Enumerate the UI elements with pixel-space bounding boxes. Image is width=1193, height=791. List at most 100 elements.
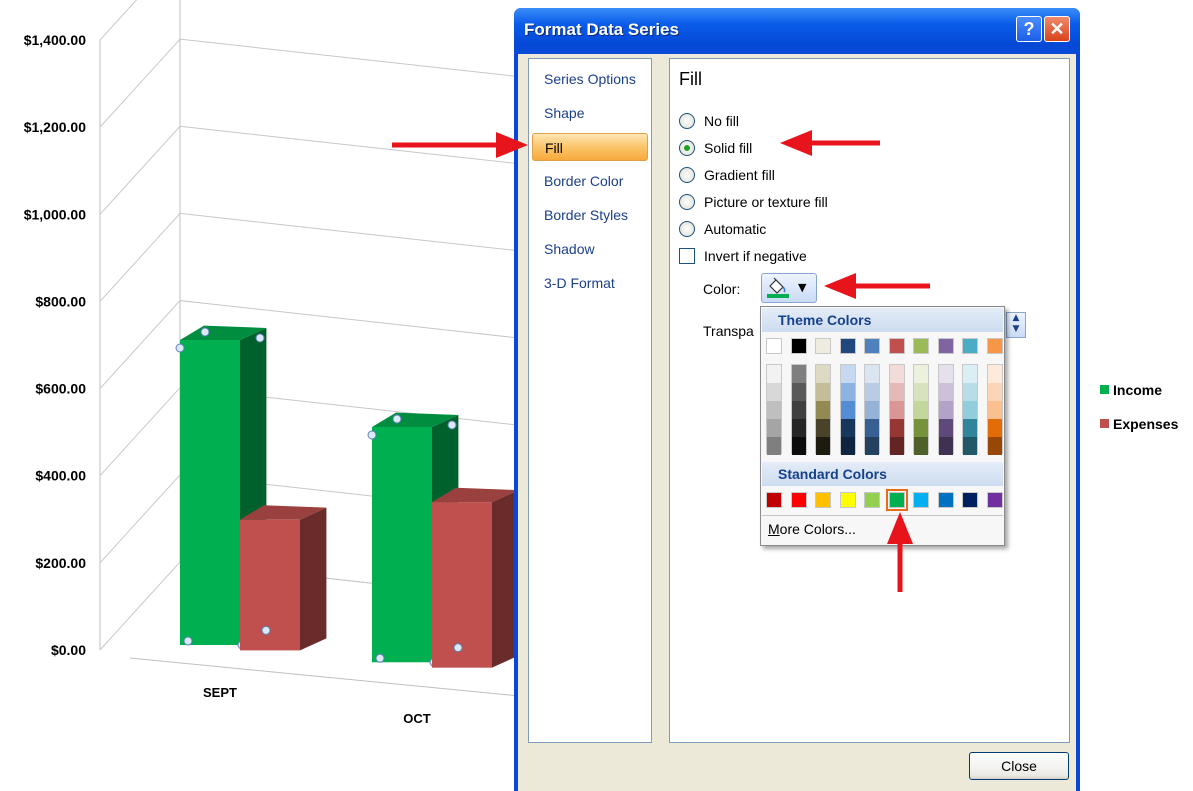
theme-shade-swatch[interactable] <box>791 383 806 401</box>
gradient-fill-radio[interactable] <box>679 167 695 183</box>
nav-item-series-options[interactable]: Series Options <box>532 65 648 93</box>
theme-shade-swatch[interactable] <box>889 383 904 401</box>
nav-item-fill[interactable]: Fill <box>532 133 648 161</box>
theme-shade-swatch[interactable] <box>914 401 928 419</box>
automatic-radio[interactable] <box>679 221 695 237</box>
standard-color-swatch[interactable] <box>986 492 1003 508</box>
theme-shade-swatch[interactable] <box>816 401 830 419</box>
theme-color-swatch[interactable] <box>815 338 831 354</box>
invert-if-negative-checkbox[interactable] <box>679 248 695 264</box>
more-colors-link[interactable]: More Colors... <box>768 521 856 537</box>
standard-color-swatch[interactable] <box>962 492 978 508</box>
theme-shade-swatch[interactable] <box>889 365 904 383</box>
theme-shade-swatch[interactable] <box>963 437 977 455</box>
nav-item-border-styles[interactable]: Border Styles <box>532 201 648 229</box>
theme-shade-swatch[interactable] <box>987 383 1002 401</box>
theme-color-swatch[interactable] <box>962 338 978 354</box>
standard-color-swatch[interactable] <box>790 492 807 508</box>
standard-color-swatch[interactable] <box>766 492 782 508</box>
solid-fill-option[interactable]: Solid fill <box>679 138 752 158</box>
theme-shade-swatch[interactable] <box>767 401 781 419</box>
theme-shade-column <box>962 364 978 455</box>
theme-shade-swatch[interactable] <box>938 437 953 455</box>
help-button[interactable]: ? <box>1016 16 1042 42</box>
theme-shade-swatch[interactable] <box>816 437 830 455</box>
standard-color-swatch[interactable] <box>839 492 856 508</box>
theme-shade-swatch[interactable] <box>963 365 977 383</box>
standard-color-swatch[interactable] <box>864 492 880 508</box>
theme-shade-swatch[interactable] <box>767 365 781 383</box>
theme-shade-swatch[interactable] <box>938 419 953 437</box>
nav-item-shadow[interactable]: Shadow <box>532 235 648 263</box>
picture-texture-fill-option[interactable]: Picture or texture fill <box>679 192 828 212</box>
theme-shade-swatch[interactable] <box>791 419 806 437</box>
selection-handle <box>261 625 271 635</box>
theme-shade-swatch[interactable] <box>865 437 879 455</box>
theme-shade-swatch[interactable] <box>889 401 904 419</box>
theme-shade-swatch[interactable] <box>840 437 855 455</box>
dialog-titlebar[interactable]: Format Data Series ? ✕ <box>514 8 1080 54</box>
theme-shade-swatch[interactable] <box>987 437 1002 455</box>
theme-shade-swatch[interactable] <box>865 401 879 419</box>
theme-shade-swatch[interactable] <box>791 437 806 455</box>
theme-shade-swatch[interactable] <box>767 419 781 437</box>
theme-color-swatch[interactable] <box>839 338 856 354</box>
automatic-option[interactable]: Automatic <box>679 219 766 239</box>
theme-color-swatch[interactable] <box>790 338 807 354</box>
standard-color-swatch[interactable] <box>913 492 929 508</box>
picture-texture-fill-radio[interactable] <box>679 194 695 210</box>
theme-shade-swatch[interactable] <box>816 419 830 437</box>
standard-color-swatch[interactable] <box>937 492 954 508</box>
theme-shade-swatch[interactable] <box>938 401 953 419</box>
color-picker-button[interactable]: ▼ <box>761 273 817 303</box>
theme-shade-swatch[interactable] <box>865 365 879 383</box>
theme-shade-swatch[interactable] <box>840 365 855 383</box>
theme-shade-swatch[interactable] <box>889 419 904 437</box>
close-icon[interactable]: ✕ <box>1044 16 1070 42</box>
theme-shade-swatch[interactable] <box>816 365 830 383</box>
nav-item-border-color[interactable]: Border Color <box>532 167 648 195</box>
theme-shade-swatch[interactable] <box>840 401 855 419</box>
theme-shade-swatch[interactable] <box>865 383 879 401</box>
theme-shade-swatch[interactable] <box>914 419 928 437</box>
standard-color-swatch[interactable] <box>885 489 908 511</box>
theme-color-swatch[interactable] <box>913 338 929 354</box>
standard-color-swatch[interactable] <box>815 492 831 508</box>
invert-if-negative-option[interactable]: Invert if negative <box>679 246 807 266</box>
theme-shade-swatch[interactable] <box>987 419 1002 437</box>
transparency-spinner[interactable]: ▲ ▼ <box>1006 312 1026 338</box>
theme-shade-swatch[interactable] <box>840 419 855 437</box>
close-button[interactable]: Close <box>969 752 1069 780</box>
theme-shade-swatch[interactable] <box>963 419 977 437</box>
theme-shade-swatch[interactable] <box>914 383 928 401</box>
theme-shade-swatch[interactable] <box>963 401 977 419</box>
theme-shade-swatch[interactable] <box>914 365 928 383</box>
theme-color-swatch[interactable] <box>766 338 782 354</box>
solid-fill-radio[interactable] <box>679 140 695 156</box>
theme-shade-swatch[interactable] <box>865 419 879 437</box>
no-fill-radio[interactable] <box>679 113 695 129</box>
theme-shade-swatch[interactable] <box>914 437 928 455</box>
nav-item-3d-format[interactable]: 3-D Format <box>532 269 648 297</box>
theme-shade-swatch[interactable] <box>816 383 830 401</box>
nav-item-shape[interactable]: Shape <box>532 99 648 127</box>
theme-shade-swatch[interactable] <box>938 365 953 383</box>
theme-color-swatch[interactable] <box>888 338 905 354</box>
theme-shade-swatch[interactable] <box>963 383 977 401</box>
gridline <box>99 212 561 302</box>
theme-color-swatch[interactable] <box>937 338 954 354</box>
theme-color-swatch[interactable] <box>986 338 1003 354</box>
theme-shade-swatch[interactable] <box>767 383 781 401</box>
chart-bars[interactable] <box>175 325 519 668</box>
theme-shade-swatch[interactable] <box>791 401 806 419</box>
theme-shade-swatch[interactable] <box>767 437 781 455</box>
theme-shade-swatch[interactable] <box>889 437 904 455</box>
theme-shade-swatch[interactable] <box>791 365 806 383</box>
theme-shade-swatch[interactable] <box>938 383 953 401</box>
no-fill-option[interactable]: No fill <box>679 111 739 131</box>
theme-shade-swatch[interactable] <box>987 365 1002 383</box>
theme-color-swatch[interactable] <box>864 338 880 354</box>
theme-shade-swatch[interactable] <box>840 383 855 401</box>
gradient-fill-option[interactable]: Gradient fill <box>679 165 775 185</box>
theme-shade-swatch[interactable] <box>987 401 1002 419</box>
